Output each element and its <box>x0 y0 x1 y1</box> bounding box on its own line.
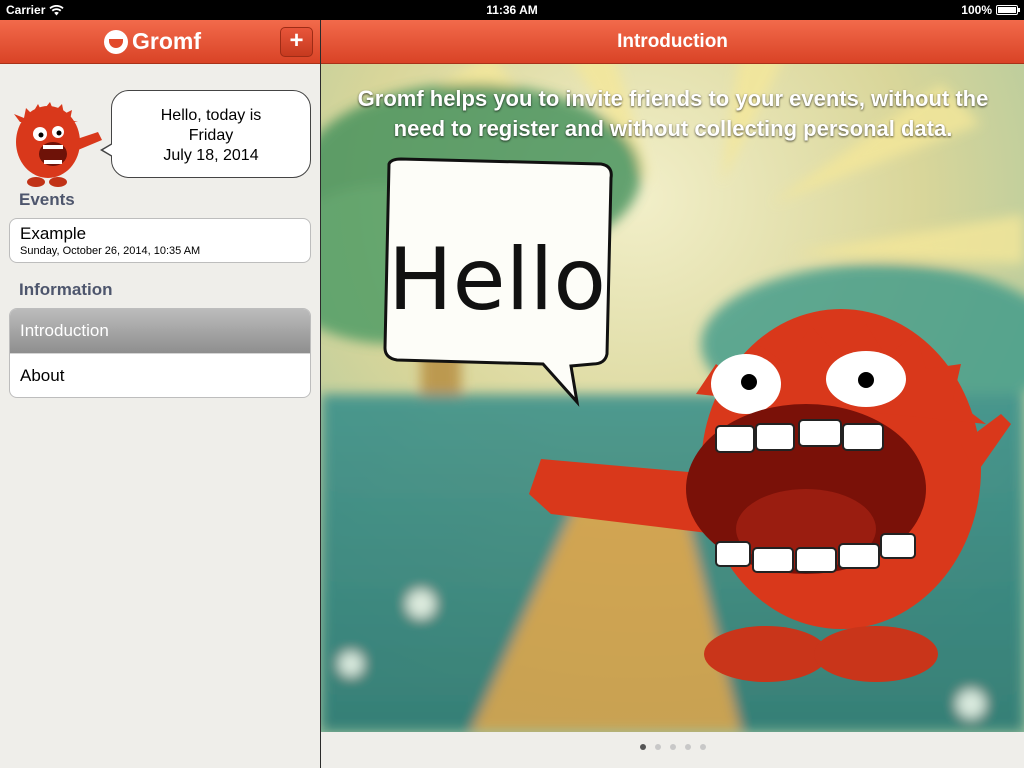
information-section-header: Information <box>19 280 113 299</box>
clock: 11:36 AM <box>486 3 538 17</box>
master-nav-bar: Gromf + <box>0 20 320 64</box>
event-row-example[interactable]: Example Sunday, October 26, 2014, 10:35 … <box>10 219 310 262</box>
detail-pane: Introduction Hello Gromf helps you to in… <box>321 20 1024 768</box>
app-name: Gromf <box>132 28 201 54</box>
battery-percent: 100% <box>961 3 992 17</box>
add-event-button[interactable]: + <box>280 27 313 57</box>
battery-indicator: 100% <box>961 3 1020 17</box>
greeting-area: Hello, today is Friday July 18, 2014 <box>0 64 320 190</box>
page-dot-5[interactable] <box>699 744 706 750</box>
battery-icon <box>996 5 1020 15</box>
detail-title: Introduction <box>617 31 728 52</box>
page-dot-4[interactable] <box>684 744 691 750</box>
status-bar: Carrier 11:36 AM 100% <box>0 0 1024 20</box>
info-row-about[interactable]: About <box>10 353 310 397</box>
intro-illustration-art: Hello <box>321 64 1024 732</box>
page-dot-1[interactable] <box>639 744 646 750</box>
mascot-image <box>14 102 102 187</box>
information-list: Introduction About <box>9 308 311 398</box>
detail-nav-bar: Introduction <box>321 20 1024 64</box>
greeting-line-2: Friday <box>188 127 234 144</box>
intro-illustration[interactable]: Hello Gromf helps you to invite friends … <box>321 64 1024 732</box>
hello-bubble-text: Hello <box>388 230 606 330</box>
greeting-bubble: Hello, today is Friday July 18, 2014 <box>100 90 311 178</box>
event-date: Sunday, October 26, 2014, 10:35 AM <box>20 245 201 257</box>
page-control[interactable] <box>321 744 1024 750</box>
greeting-line-1: Hello, today is <box>160 107 262 124</box>
intro-description: Gromf helps you to invite friends to you… <box>357 86 989 141</box>
master-pane: Gromf + Hello, today is Friday July 18, … <box>0 20 320 768</box>
event-title: Example <box>20 224 87 243</box>
page-dot-2[interactable] <box>654 744 661 750</box>
gromf-logo-icon <box>104 29 128 54</box>
info-row-introduction[interactable]: Introduction <box>10 309 310 353</box>
battery-fill <box>998 7 1016 13</box>
events-list: Example Sunday, October 26, 2014, 10:35 … <box>9 218 311 263</box>
app-logo: Gromf <box>104 28 201 55</box>
events-section-header: Events <box>19 190 75 209</box>
greeting-line-3: July 18, 2014 <box>163 147 259 164</box>
page-dot-3[interactable] <box>669 744 676 750</box>
